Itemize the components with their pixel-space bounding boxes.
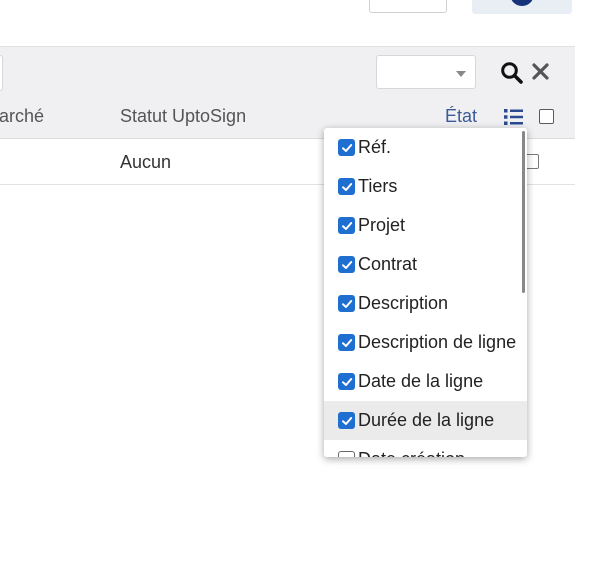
cell-statut-uptosign: Aucun bbox=[120, 152, 172, 172]
column-option-label: Description bbox=[358, 293, 449, 313]
column-option[interactable]: Description bbox=[324, 284, 527, 323]
column-option[interactable]: Réf. bbox=[324, 128, 527, 167]
checkbox-checked-icon[interactable] bbox=[338, 334, 355, 351]
close-icon[interactable] bbox=[531, 61, 551, 83]
column-option-label: Durée de la ligne bbox=[358, 410, 495, 430]
checkbox-checked-icon[interactable] bbox=[338, 256, 355, 273]
column-option[interactable]: Durée de la ligne bbox=[324, 401, 527, 440]
checkbox-checked-icon[interactable] bbox=[338, 373, 355, 390]
column-option-label: Date de la ligne bbox=[358, 371, 484, 391]
column-header-statut-uptosign[interactable]: Statut UptoSign bbox=[120, 106, 246, 127]
column-header-marche[interactable]: arché bbox=[0, 106, 44, 127]
filter-select[interactable] bbox=[376, 55, 476, 89]
column-option-label: Date création bbox=[358, 449, 465, 457]
chevron-down-icon bbox=[456, 71, 466, 77]
select-all-checkbox[interactable] bbox=[539, 109, 554, 124]
column-option[interactable]: Date création bbox=[324, 440, 527, 457]
info-icon bbox=[510, 0, 534, 6]
top-bar: 500 bbox=[0, 0, 594, 46]
column-option[interactable]: Contrat bbox=[324, 245, 527, 284]
checkbox-unchecked-icon[interactable] bbox=[338, 451, 355, 457]
checkbox-checked-icon[interactable] bbox=[338, 178, 355, 195]
checkbox-checked-icon[interactable] bbox=[338, 295, 355, 312]
search-icon[interactable] bbox=[500, 61, 524, 85]
checkbox-checked-icon[interactable] bbox=[338, 217, 355, 234]
column-header-etat[interactable]: État bbox=[445, 106, 477, 127]
column-chooser-dropdown: Réf. Tiers Projet Contrat Description Descrip… bbox=[324, 128, 527, 457]
column-option[interactable]: Date de la ligne bbox=[324, 362, 527, 401]
column-option[interactable]: Description de ligne bbox=[324, 323, 527, 362]
column-selector-icon[interactable] bbox=[503, 108, 525, 126]
checkbox-checked-icon[interactable] bbox=[338, 139, 355, 156]
checkbox-checked-icon[interactable] bbox=[338, 412, 355, 429]
page-size-select[interactable]: 500 bbox=[369, 0, 447, 13]
column-option-label: Projet bbox=[358, 215, 406, 235]
filter-input[interactable] bbox=[0, 55, 3, 91]
column-option-label: Réf. bbox=[358, 137, 392, 157]
column-option-label: Contrat bbox=[358, 254, 418, 274]
column-option-label: Description de ligne bbox=[358, 332, 517, 352]
info-button[interactable] bbox=[472, 0, 572, 14]
column-option[interactable]: Projet bbox=[324, 206, 527, 245]
column-option[interactable]: Tiers bbox=[324, 167, 527, 206]
filter-bar bbox=[0, 46, 575, 93]
column-option-label: Tiers bbox=[358, 176, 398, 196]
